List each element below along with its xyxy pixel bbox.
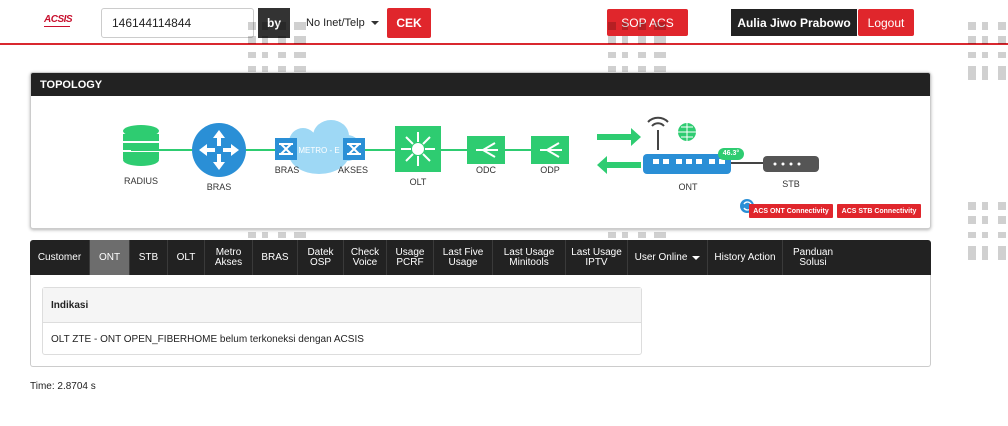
tab-user-online-label: User Online bbox=[634, 251, 688, 263]
bras-label: BRAS bbox=[206, 182, 232, 192]
database-icon bbox=[123, 125, 159, 166]
tab-usage-pcrf[interactable]: Usage PCRF bbox=[387, 240, 434, 275]
top-navbar: ACSIS by No Inet/Telp CEK SOP ACS Aulia … bbox=[0, 0, 1008, 45]
olt-switch-icon bbox=[395, 126, 441, 172]
topology-diagram: RADIUS BRAS BRAS METRO - E AKSES OLT ODC… bbox=[31, 96, 930, 228]
logout-button[interactable]: Logout bbox=[858, 9, 914, 36]
odp-label: ODP bbox=[540, 165, 560, 175]
qr-watermark bbox=[968, 22, 1008, 80]
arrows-icon bbox=[597, 128, 641, 174]
ont-device-icon bbox=[643, 154, 731, 174]
tab-user-online[interactable]: User Online bbox=[628, 240, 708, 275]
stb-device-icon bbox=[763, 156, 819, 172]
tab-content: Indikasi OLT ZTE - ONT OPEN_FIBERHOME be… bbox=[30, 275, 931, 367]
router-icon bbox=[192, 123, 246, 177]
olt-label: OLT bbox=[409, 177, 427, 187]
search-input[interactable] bbox=[101, 8, 254, 38]
time-readout: Time: 2.8704 s bbox=[30, 381, 96, 392]
tab-datek-osp[interactable]: Datek OSP bbox=[298, 240, 344, 275]
tab-panduan-solusi[interactable]: Panduan Solusi bbox=[783, 240, 843, 275]
chevron-down-icon bbox=[692, 255, 701, 260]
radius-label: RADIUS bbox=[123, 176, 158, 186]
detail-tabs: Customer ONT STB OLT Metro Akses BRAS Da… bbox=[30, 240, 931, 275]
user-name-button[interactable]: Aulia Jiwo Prabowo bbox=[731, 9, 857, 36]
metro-label: METRO - E bbox=[298, 146, 340, 155]
search-type-select[interactable]: No Inet/Telp bbox=[300, 8, 384, 38]
indikasi-header: Indikasi bbox=[43, 288, 641, 323]
akses-label: AKSES bbox=[337, 165, 368, 175]
stb-connectivity-button[interactable]: ACS STB Connectivity bbox=[837, 204, 921, 218]
tab-history-action[interactable]: History Action bbox=[708, 240, 783, 275]
bras2-label: BRAS bbox=[274, 165, 300, 175]
ont-label: ONT bbox=[678, 182, 698, 192]
splitter-icon bbox=[467, 136, 505, 164]
tab-last-usage-minitools[interactable]: Last Usage Minitools bbox=[493, 240, 566, 275]
odc-label: ODC bbox=[476, 165, 496, 175]
splitter-icon bbox=[531, 136, 569, 164]
indikasi-message: OLT ZTE - ONT OPEN_FIBERHOME belum terko… bbox=[51, 333, 364, 345]
tab-stb[interactable]: STB bbox=[130, 240, 168, 275]
tab-bras[interactable]: BRAS bbox=[253, 240, 298, 275]
ont-badge: 46.3° bbox=[722, 150, 740, 157]
indikasi-table: Indikasi OLT ZTE - ONT OPEN_FIBERHOME be… bbox=[42, 287, 642, 355]
switch-icon bbox=[343, 138, 365, 160]
globe-icon bbox=[678, 123, 696, 141]
tab-check-voice[interactable]: Check Voice bbox=[344, 240, 387, 275]
qr-watermark bbox=[968, 202, 1008, 260]
stb-label: STB bbox=[782, 179, 800, 189]
tab-metro-akses[interactable]: Metro Akses bbox=[205, 240, 253, 275]
acsis-logo[interactable]: ACSIS bbox=[44, 14, 74, 28]
tab-last-five-usage[interactable]: Last Five Usage bbox=[434, 240, 493, 275]
topology-panel: TOPOLOGY RADIUS BRAS BRAS METRO - E AKSE… bbox=[30, 72, 931, 229]
chevron-down-icon bbox=[370, 21, 379, 25]
topology-title: TOPOLOGY bbox=[31, 73, 930, 96]
tab-last-usage-iptv[interactable]: Last Usage IPTV bbox=[566, 240, 628, 275]
antenna-icon bbox=[647, 116, 669, 150]
ont-connectivity-button[interactable]: ACS ONT Connectivity bbox=[749, 204, 833, 218]
tab-customer[interactable]: Customer bbox=[30, 240, 90, 275]
search-type-value: No Inet/Telp bbox=[306, 17, 365, 29]
tab-olt[interactable]: OLT bbox=[168, 240, 205, 275]
tab-ont[interactable]: ONT bbox=[90, 240, 130, 275]
cek-button[interactable]: CEK bbox=[387, 8, 431, 38]
